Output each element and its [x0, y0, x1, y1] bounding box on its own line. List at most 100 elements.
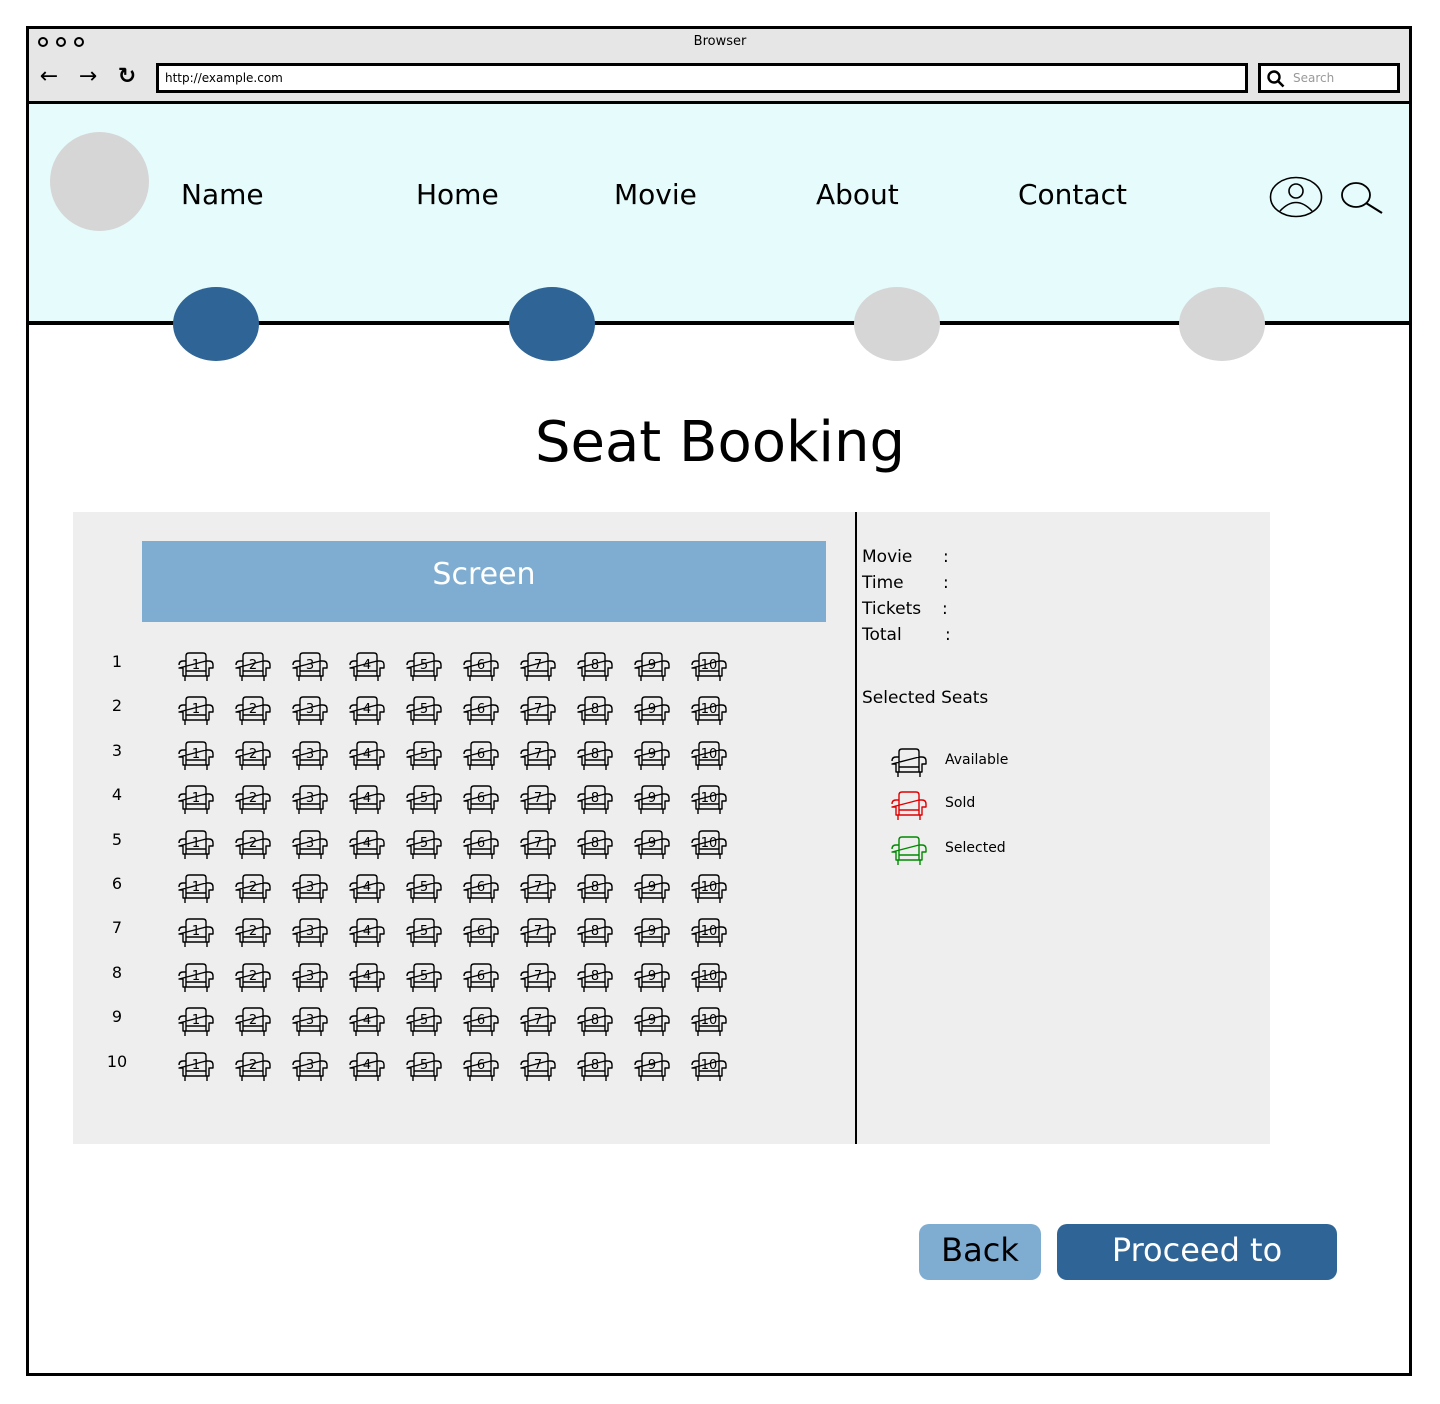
- seat[interactable]: 9: [633, 1050, 671, 1084]
- seat[interactable]: 6: [462, 650, 500, 684]
- nav-home[interactable]: Home: [416, 178, 499, 211]
- seat[interactable]: 4: [348, 739, 386, 773]
- seat[interactable]: 6: [462, 1050, 500, 1084]
- seat[interactable]: 5: [405, 872, 443, 906]
- seat[interactable]: 3: [291, 916, 329, 950]
- seat[interactable]: 6: [462, 916, 500, 950]
- seat[interactable]: 10: [690, 694, 728, 728]
- seat[interactable]: 3: [291, 650, 329, 684]
- nav-about[interactable]: About: [816, 178, 899, 211]
- proceed-to-payment-button[interactable]: Proceed to Payment: [1057, 1224, 1337, 1321]
- seat[interactable]: 4: [348, 1050, 386, 1084]
- seat[interactable]: 1: [177, 1050, 215, 1084]
- seat[interactable]: 5: [405, 961, 443, 995]
- seat[interactable]: 9: [633, 872, 671, 906]
- seat[interactable]: 4: [348, 828, 386, 862]
- seat[interactable]: 5: [405, 694, 443, 728]
- seat[interactable]: 5: [405, 783, 443, 817]
- brand-name[interactable]: Name: [181, 178, 264, 211]
- seat[interactable]: 3: [291, 961, 329, 995]
- seat[interactable]: 9: [633, 1005, 671, 1039]
- back-arrow-icon[interactable]: ←: [36, 64, 62, 90]
- browser-search-input[interactable]: Search: [1258, 63, 1400, 93]
- seat[interactable]: 6: [462, 739, 500, 773]
- seat[interactable]: 4: [348, 916, 386, 950]
- seat[interactable]: 10: [690, 872, 728, 906]
- seat[interactable]: 5: [405, 828, 443, 862]
- seat[interactable]: 4: [348, 694, 386, 728]
- seat[interactable]: 4: [348, 961, 386, 995]
- seat[interactable]: 10: [690, 828, 728, 862]
- seat[interactable]: 4: [348, 1005, 386, 1039]
- seat[interactable]: 8: [576, 916, 614, 950]
- seat[interactable]: 9: [633, 783, 671, 817]
- seat[interactable]: 4: [348, 872, 386, 906]
- seat[interactable]: 1: [177, 650, 215, 684]
- seat[interactable]: 7: [519, 1005, 557, 1039]
- seat[interactable]: 3: [291, 694, 329, 728]
- seat[interactable]: 2: [234, 694, 272, 728]
- seat[interactable]: 7: [519, 739, 557, 773]
- seat[interactable]: 8: [576, 1005, 614, 1039]
- seat[interactable]: 7: [519, 872, 557, 906]
- seat[interactable]: 9: [633, 650, 671, 684]
- seat[interactable]: 6: [462, 828, 500, 862]
- seat[interactable]: 7: [519, 694, 557, 728]
- seat[interactable]: 3: [291, 872, 329, 906]
- seat[interactable]: 1: [177, 828, 215, 862]
- seat[interactable]: 6: [462, 961, 500, 995]
- forward-arrow-icon[interactable]: →: [75, 64, 101, 90]
- seat[interactable]: 7: [519, 650, 557, 684]
- seat[interactable]: 3: [291, 1005, 329, 1039]
- seat[interactable]: 2: [234, 650, 272, 684]
- seat[interactable]: 1: [177, 1005, 215, 1039]
- seat[interactable]: 8: [576, 783, 614, 817]
- seat[interactable]: 3: [291, 739, 329, 773]
- seat[interactable]: 10: [690, 1050, 728, 1084]
- seat[interactable]: 10: [690, 1005, 728, 1039]
- seat[interactable]: 6: [462, 1005, 500, 1039]
- seat[interactable]: 8: [576, 694, 614, 728]
- seat[interactable]: 8: [576, 872, 614, 906]
- seat[interactable]: 7: [519, 828, 557, 862]
- seat[interactable]: 7: [519, 961, 557, 995]
- nav-movie[interactable]: Movie: [614, 178, 697, 211]
- seat[interactable]: 8: [576, 739, 614, 773]
- seat[interactable]: 7: [519, 783, 557, 817]
- seat[interactable]: 9: [633, 916, 671, 950]
- seat[interactable]: 2: [234, 961, 272, 995]
- seat[interactable]: 9: [633, 828, 671, 862]
- seat[interactable]: 7: [519, 1050, 557, 1084]
- seat[interactable]: 6: [462, 872, 500, 906]
- seat[interactable]: 10: [690, 783, 728, 817]
- user-icon[interactable]: [1269, 176, 1323, 222]
- seat[interactable]: 10: [690, 961, 728, 995]
- reload-icon[interactable]: ↻: [114, 64, 140, 90]
- seat[interactable]: 3: [291, 783, 329, 817]
- seat[interactable]: 7: [519, 916, 557, 950]
- seat[interactable]: 2: [234, 872, 272, 906]
- seat[interactable]: 1: [177, 916, 215, 950]
- seat[interactable]: 1: [177, 694, 215, 728]
- seat[interactable]: 1: [177, 961, 215, 995]
- seat[interactable]: 5: [405, 1050, 443, 1084]
- seat[interactable]: 10: [690, 916, 728, 950]
- seat[interactable]: 1: [177, 872, 215, 906]
- seat[interactable]: 5: [405, 739, 443, 773]
- seat[interactable]: 2: [234, 739, 272, 773]
- back-button[interactable]: Back: [919, 1224, 1041, 1280]
- seat[interactable]: 2: [234, 1005, 272, 1039]
- seat[interactable]: 3: [291, 828, 329, 862]
- seat[interactable]: 5: [405, 916, 443, 950]
- seat[interactable]: 9: [633, 961, 671, 995]
- seat[interactable]: 9: [633, 694, 671, 728]
- logo-placeholder[interactable]: [50, 132, 149, 231]
- seat[interactable]: 6: [462, 694, 500, 728]
- seat[interactable]: 8: [576, 650, 614, 684]
- seat[interactable]: 8: [576, 961, 614, 995]
- seat[interactable]: 5: [405, 650, 443, 684]
- seat[interactable]: 1: [177, 783, 215, 817]
- address-bar[interactable]: http://example.com: [156, 63, 1248, 93]
- seat[interactable]: 2: [234, 783, 272, 817]
- seat[interactable]: 5: [405, 1005, 443, 1039]
